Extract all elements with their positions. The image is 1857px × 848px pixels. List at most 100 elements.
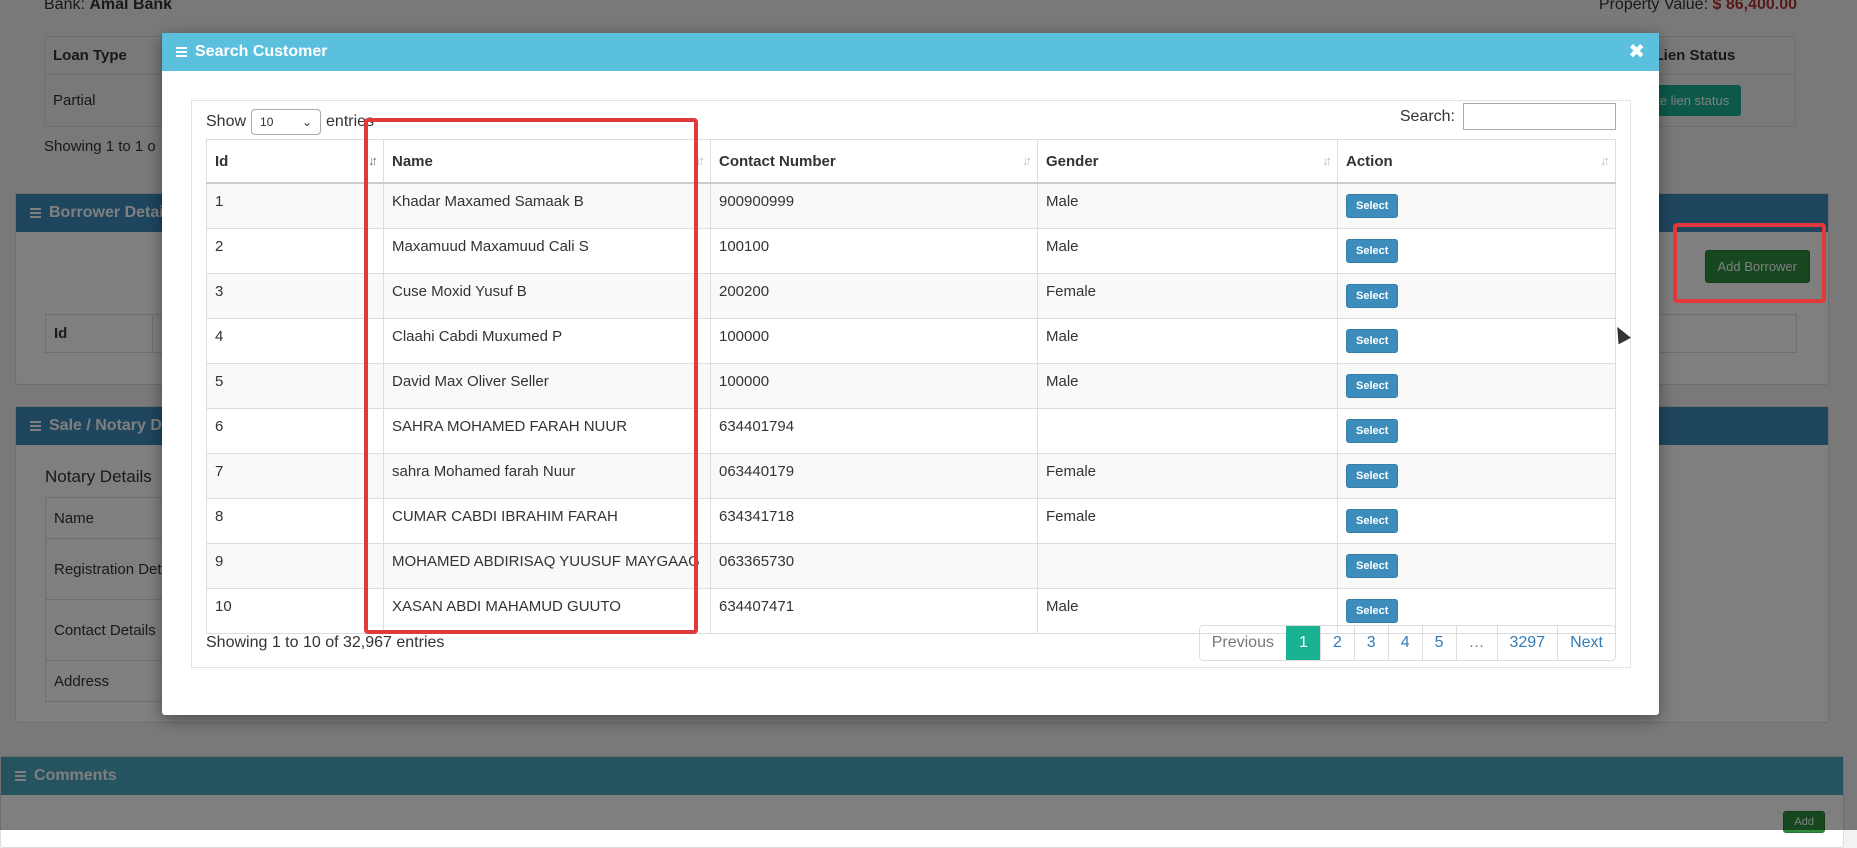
row-gender-cell: Female (1037, 273, 1338, 319)
row-gender-cell-text: Male (1046, 192, 1079, 210)
row-action-cell: Select (1337, 318, 1616, 364)
row-contact-cell: 634401794 (710, 408, 1038, 454)
row-gender-cell-text: Male (1046, 597, 1079, 615)
row-gender-cell-text: Male (1046, 327, 1079, 345)
row-gender-cell-text: Male (1046, 237, 1079, 255)
row-id-cell: 2 (206, 228, 384, 274)
column-label: Gender (1046, 152, 1099, 170)
select-button[interactable]: Select (1346, 374, 1399, 398)
pagination: Previous 1 2 3 4 5… 3297 Next (1198, 625, 1616, 661)
search-customer-modal: Search Customer ✖ Show 10 ⌄ entries Sear… (162, 33, 1659, 715)
name-column-highlight (364, 118, 698, 634)
show-label: Show (206, 113, 247, 130)
column-header-action[interactable]: Action ↓↑ (1337, 139, 1616, 184)
entries-select-value: 10 (260, 115, 274, 129)
row-contact-cell: 634407471 (710, 588, 1038, 634)
row-id-cell: 7 (206, 453, 384, 499)
select-button[interactable]: Select (1346, 419, 1399, 443)
row-gender-cell (1037, 408, 1338, 454)
row-contact-cell-text: 200200 (719, 282, 770, 300)
row-gender-cell: Male (1037, 228, 1338, 274)
chevron-down-icon: ⌄ (301, 115, 313, 129)
row-id-cell-text: 8 (215, 507, 224, 525)
add-borrower-highlight (1673, 223, 1826, 303)
select-button[interactable]: Select (1346, 509, 1399, 533)
select-button[interactable]: Select (1346, 554, 1399, 578)
previous-page-button[interactable]: Previous (1200, 626, 1286, 660)
search-label: Search: (1399, 107, 1455, 125)
column-header-gender[interactable]: Gender ↓↑ (1037, 139, 1338, 184)
row-gender-cell: Male (1037, 318, 1338, 364)
search-control: Search: (1400, 103, 1616, 130)
column-label: Id (215, 152, 229, 170)
row-contact-cell-text: 634341718 (719, 507, 795, 525)
column-header-contact[interactable]: Contact Number ↓↑ (710, 139, 1038, 184)
row-id-cell: 10 (206, 588, 384, 634)
page-button-5[interactable]: 5 (1421, 626, 1456, 660)
sort-icon: ↓↑ (1600, 153, 1610, 168)
row-id-cell-text: 4 (215, 327, 224, 345)
row-contact-cell: 100100 (710, 228, 1038, 274)
row-action-cell: Select (1337, 543, 1616, 589)
row-action-cell: Select (1337, 498, 1616, 544)
page-button-1[interactable]: 1 (1285, 626, 1320, 660)
row-gender-cell-text: Female (1046, 507, 1097, 525)
row-id-cell: 1 (206, 182, 384, 229)
modal-header: Search Customer ✖ (162, 33, 1659, 71)
row-id-cell: 3 (206, 273, 384, 319)
select-button[interactable]: Select (1346, 194, 1399, 218)
page-button-2[interactable]: 2 (1319, 626, 1354, 660)
select-button[interactable]: Select (1346, 239, 1399, 263)
page-button-3297[interactable]: 3297 (1496, 626, 1558, 660)
row-contact-cell-text: 634401794 (719, 417, 795, 435)
row-contact-cell: 200200 (710, 273, 1038, 319)
entries-select[interactable]: 10 ⌄ (251, 109, 322, 135)
row-contact-cell-text: 100000 (719, 327, 770, 345)
row-id-cell: 4 (206, 318, 384, 364)
list-icon (176, 45, 187, 59)
row-contact-cell-text: 063440179 (719, 462, 795, 480)
row-id-cell-text: 2 (215, 237, 224, 255)
page-ellipsis: … (1455, 626, 1497, 660)
row-gender-cell: Female (1037, 498, 1338, 544)
row-id-cell-text: 7 (215, 462, 224, 480)
row-contact-cell-text: 100100 (719, 237, 770, 255)
select-button[interactable]: Select (1346, 464, 1399, 488)
select-button[interactable]: Select (1346, 329, 1399, 353)
row-contact-cell: 063440179 (710, 453, 1038, 499)
column-header-id[interactable]: Id ↓↑ (206, 139, 384, 184)
row-contact-cell-text: 100000 (719, 372, 770, 390)
column-label: Action (1346, 152, 1393, 170)
row-contact-cell: 634341718 (710, 498, 1038, 544)
row-action-cell: Select (1337, 182, 1616, 229)
row-gender-cell (1037, 543, 1338, 589)
row-id-cell: 6 (206, 408, 384, 454)
row-id-cell-text: 3 (215, 282, 224, 300)
row-gender-cell: Female (1037, 453, 1338, 499)
row-id-cell: 5 (206, 363, 384, 409)
row-action-cell: Select (1337, 408, 1616, 454)
select-button[interactable]: Select (1346, 284, 1399, 308)
column-label: Contact Number (719, 152, 836, 170)
row-gender-cell: Male (1037, 182, 1338, 229)
page-button-4[interactable]: 4 (1387, 626, 1422, 660)
row-id-cell-text: 1 (215, 192, 224, 210)
next-page-button[interactable]: Next (1557, 626, 1615, 660)
row-id-cell: 9 (206, 543, 384, 589)
row-contact-cell: 063365730 (710, 543, 1038, 589)
search-input[interactable] (1463, 103, 1616, 130)
row-gender-cell-text: Female (1046, 282, 1097, 300)
sort-icon: ↓↑ (1022, 153, 1032, 168)
entries-length-control: Show 10 ⌄ entries (206, 109, 374, 135)
table-info-text: Showing 1 to 10 of 32,967 entries (206, 634, 445, 651)
row-gender-cell-text: Male (1046, 372, 1079, 390)
row-id-cell: 8 (206, 498, 384, 544)
close-icon[interactable]: ✖ (1628, 42, 1645, 62)
row-gender-cell: Male (1037, 363, 1338, 409)
row-contact-cell: 900900999 (710, 182, 1038, 229)
row-action-cell: Select (1337, 273, 1616, 319)
select-button[interactable]: Select (1346, 599, 1399, 623)
row-id-cell-text: 5 (215, 372, 224, 390)
row-contact-cell-text: 634407471 (719, 597, 795, 615)
page-button-3[interactable]: 3 (1353, 626, 1388, 660)
